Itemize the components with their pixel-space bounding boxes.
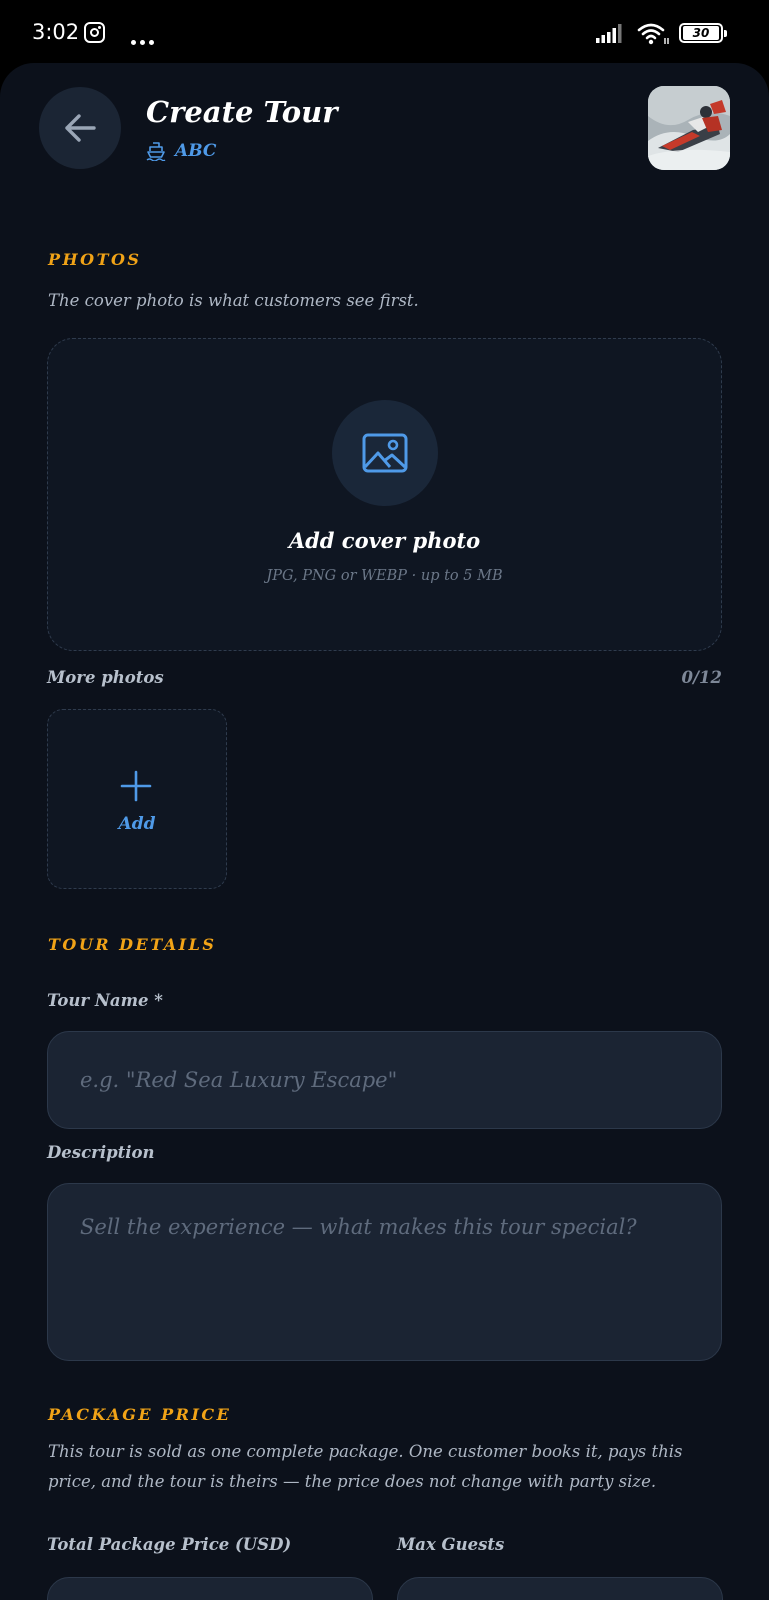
avatar[interactable] <box>648 86 730 170</box>
more-notifications-icon <box>131 30 158 49</box>
description-textarea[interactable] <box>47 1183 722 1361</box>
tour-name-input[interactable] <box>47 1031 722 1129</box>
total-package-price-label: Total Package Price (USD) <box>47 1535 292 1554</box>
cover-photo-icon-circle <box>332 400 438 506</box>
signal-icon <box>596 24 622 43</box>
ship-icon <box>146 142 166 161</box>
description-label: Description <box>47 1143 155 1162</box>
back-button[interactable] <box>39 87 121 169</box>
photo-count: 0/12 <box>681 668 722 687</box>
status-time: 3:02 <box>32 20 80 44</box>
tour-details-section-label: TOUR DETAILS <box>48 935 217 954</box>
operator-name: ABC <box>175 141 217 161</box>
operator-row: ABC <box>146 141 216 161</box>
package-price-helper-line1: This tour is sold as one complete packag… <box>48 1442 683 1461</box>
arrow-left-icon <box>65 114 96 142</box>
package-price-section-label: PACKAGE PRICE <box>48 1405 232 1424</box>
avatar-photo <box>648 86 730 170</box>
max-guests-input[interactable] <box>397 1577 723 1600</box>
photos-helper-text: The cover photo is what customers see fi… <box>48 291 419 310</box>
cover-photo-subtitle: JPG, PNG or WEBP · up to 5 MB <box>266 568 503 584</box>
plus-icon <box>120 770 152 802</box>
instagram-icon <box>84 22 105 43</box>
battery-level: 30 <box>683 26 719 40</box>
total-package-price-input[interactable] <box>47 1577 373 1600</box>
more-photos-label: More photos <box>47 668 164 687</box>
tour-name-label: Tour Name * <box>47 991 163 1010</box>
add-photo-label: Add <box>118 814 156 834</box>
wifi-icon <box>637 23 669 45</box>
cover-photo-title: Add cover photo <box>288 528 481 553</box>
battery-icon: 30 <box>679 23 727 43</box>
package-price-helper-line2: price, and the tour is theirs — the pric… <box>48 1472 657 1491</box>
status-bar: 3:02 30 <box>0 0 769 66</box>
image-icon <box>362 433 408 473</box>
photos-section-label: PHOTOS <box>48 250 142 269</box>
page-title: Create Tour <box>146 95 338 129</box>
max-guests-label: Max Guests <box>397 1535 505 1554</box>
